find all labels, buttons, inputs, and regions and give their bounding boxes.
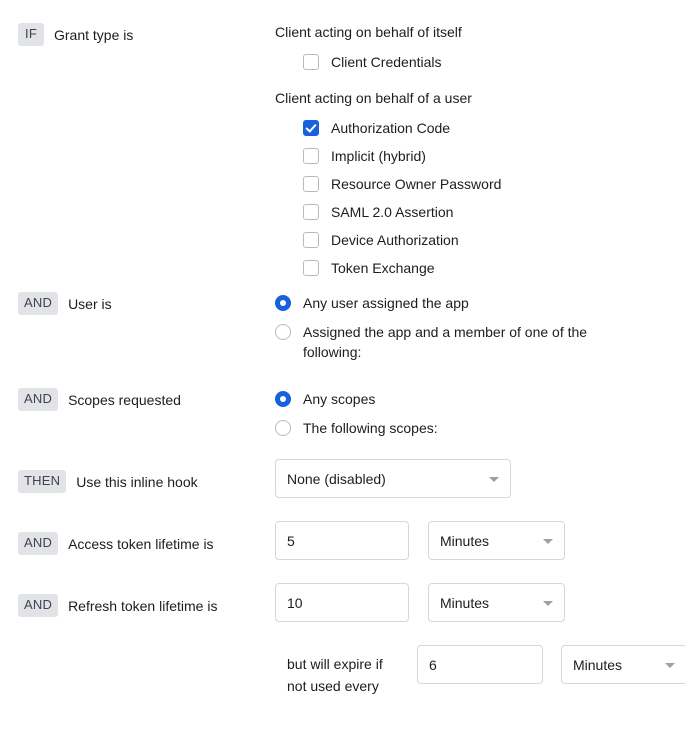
rule-label-text-inline-hook: Use this inline hook [76,474,198,490]
checkbox-row-client-credentials[interactable]: Client Credentials [303,52,685,72]
refresh-token-fields: Minutes [275,583,685,622]
checkbox-resource-owner-password[interactable] [303,176,319,192]
chevron-down-icon [665,662,675,668]
radio-row-following-scopes[interactable]: The following scopes: [275,418,685,438]
checkbox-label-authorization-code: Authorization Code [331,120,451,136]
rule-row-access-token-lifetime: AND Access token lifetime is Minutes [0,521,685,560]
checkbox-row-device-authorization[interactable]: Device Authorization [303,230,685,250]
checkbox-row-implicit-hybrid[interactable]: Implicit (hybrid) [303,146,685,166]
radio-any-scopes[interactable] [275,391,291,407]
radio-label-any-scopes: Any scopes [303,391,376,407]
refresh-token-unit-value: Minutes [440,594,490,611]
rule-label-inline-hook: THEN Use this inline hook [0,464,275,493]
checkbox-client-credentials[interactable] [303,54,319,70]
condition-badge-and-access-token: AND [18,532,59,555]
refresh-token-lifetime-input[interactable] [275,583,409,622]
radio-label-any-user-assigned: Any user assigned the app [303,295,469,311]
radio-row-assigned-member[interactable]: Assigned the app and a member of one of … [275,322,685,362]
radio-row-any-scopes[interactable]: Any scopes [275,389,685,409]
rule-label-text-user: User is [68,296,112,312]
rule-label-text-refresh-token: Refresh token lifetime is [68,598,218,614]
chevron-down-icon [543,538,553,544]
condition-badge-and-refresh-token: AND [18,594,59,617]
rule-label-user: AND User is [0,291,275,315]
checkbox-implicit-hybrid[interactable] [303,148,319,164]
grant-type-options: Client acting on behalf of itself Client… [275,22,685,278]
access-token-fields: Minutes [275,521,685,560]
refresh-token-expiry-input[interactable] [417,645,543,684]
scopes-options: Any scopes The following scopes: [275,387,685,438]
checkbox-row-authorization-code[interactable]: Authorization Code [303,118,685,138]
rule-row-grant-type: IF Grant type is Client acting on behalf… [0,22,685,278]
condition-badge-and-user: AND [18,292,59,315]
checkbox-label-client-credentials: Client Credentials [331,54,442,70]
grant-type-heading-client-itself: Client acting on behalf of itself [275,24,462,40]
radio-assigned-member-of-group[interactable] [275,324,291,340]
refresh-token-expiry-unit-value: Minutes [573,656,623,673]
inline-hook-selected-value: None (disabled) [287,470,386,487]
rule-row-refresh-token-lifetime: AND Refresh token lifetime is Minutes [0,583,685,622]
checkbox-device-authorization[interactable] [303,232,319,248]
refresh-token-expiry-fields: but will expire if not used every Minute… [287,645,685,697]
radio-any-user-assigned[interactable] [275,295,291,311]
refresh-token-expiry-label-line1: but will expire if [287,656,383,672]
checkbox-authorization-code[interactable] [303,120,319,136]
rule-label-text-access-token: Access token lifetime is [68,536,214,552]
condition-badge-then: THEN [18,470,67,493]
rule-row-refresh-token-expiry: but will expire if not used every Minute… [0,645,685,697]
access-token-lifetime-input[interactable] [275,521,409,560]
rule-label-text-scopes: Scopes requested [68,392,181,408]
rule-label-access-token: AND Access token lifetime is [0,526,275,555]
rule-row-user: AND User is Any user assigned the app As… [0,291,685,362]
condition-badge-if: IF [18,23,44,46]
access-token-unit-select[interactable]: Minutes [428,521,565,560]
chevron-down-icon [543,600,553,606]
rule-label-grant-type: IF Grant type is [0,22,275,46]
checkbox-row-saml-assertion[interactable]: SAML 2.0 Assertion [303,202,685,222]
checkbox-label-implicit-hybrid: Implicit (hybrid) [331,148,426,164]
checkbox-label-device-authorization: Device Authorization [331,232,459,248]
rule-label-text: Grant type is [54,27,134,43]
rule-label-scopes: AND Scopes requested [0,387,275,411]
checkbox-row-token-exchange[interactable]: Token Exchange [303,258,685,278]
rule-row-scopes: AND Scopes requested Any scopes The foll… [0,387,685,438]
grant-type-user-list: Authorization Code Implicit (hybrid) Res… [303,118,685,278]
user-options: Any user assigned the app Assigned the a… [275,291,685,362]
radio-row-any-user[interactable]: Any user assigned the app [275,293,685,313]
inline-hook-select[interactable]: None (disabled) [275,459,511,498]
grant-type-heading-client-user: Client acting on behalf of a user [275,90,472,106]
access-token-unit-value: Minutes [440,532,490,549]
checkbox-saml-assertion[interactable] [303,204,319,220]
radio-label-assigned-member-of-group: Assigned the app and a member of one of … [303,324,588,360]
radio-label-following-scopes: The following scopes: [303,420,438,436]
refresh-token-expiry-label-line2: not used every [287,678,379,694]
inline-hook-value: None (disabled) [275,459,685,498]
refresh-token-expiry-unit-select[interactable]: Minutes [561,645,685,684]
checkbox-label-token-exchange: Token Exchange [331,260,435,276]
grant-type-self-list: Client Credentials [303,52,685,72]
condition-badge-and-scopes: AND [18,388,59,411]
refresh-token-unit-select[interactable]: Minutes [428,583,565,622]
chevron-down-icon [489,476,499,482]
radio-following-scopes[interactable] [275,420,291,436]
checkbox-token-exchange[interactable] [303,260,319,276]
refresh-token-expiry-spacer [0,645,287,646]
checkbox-label-resource-owner-password: Resource Owner Password [331,176,502,192]
checkbox-label-saml-assertion: SAML 2.0 Assertion [331,204,454,220]
refresh-token-expiry-label: but will expire if not used every [287,645,417,697]
checkbox-row-resource-owner-password[interactable]: Resource Owner Password [303,174,685,194]
rule-label-refresh-token: AND Refresh token lifetime is [0,588,275,617]
rule-row-inline-hook: THEN Use this inline hook None (disabled… [0,459,685,498]
